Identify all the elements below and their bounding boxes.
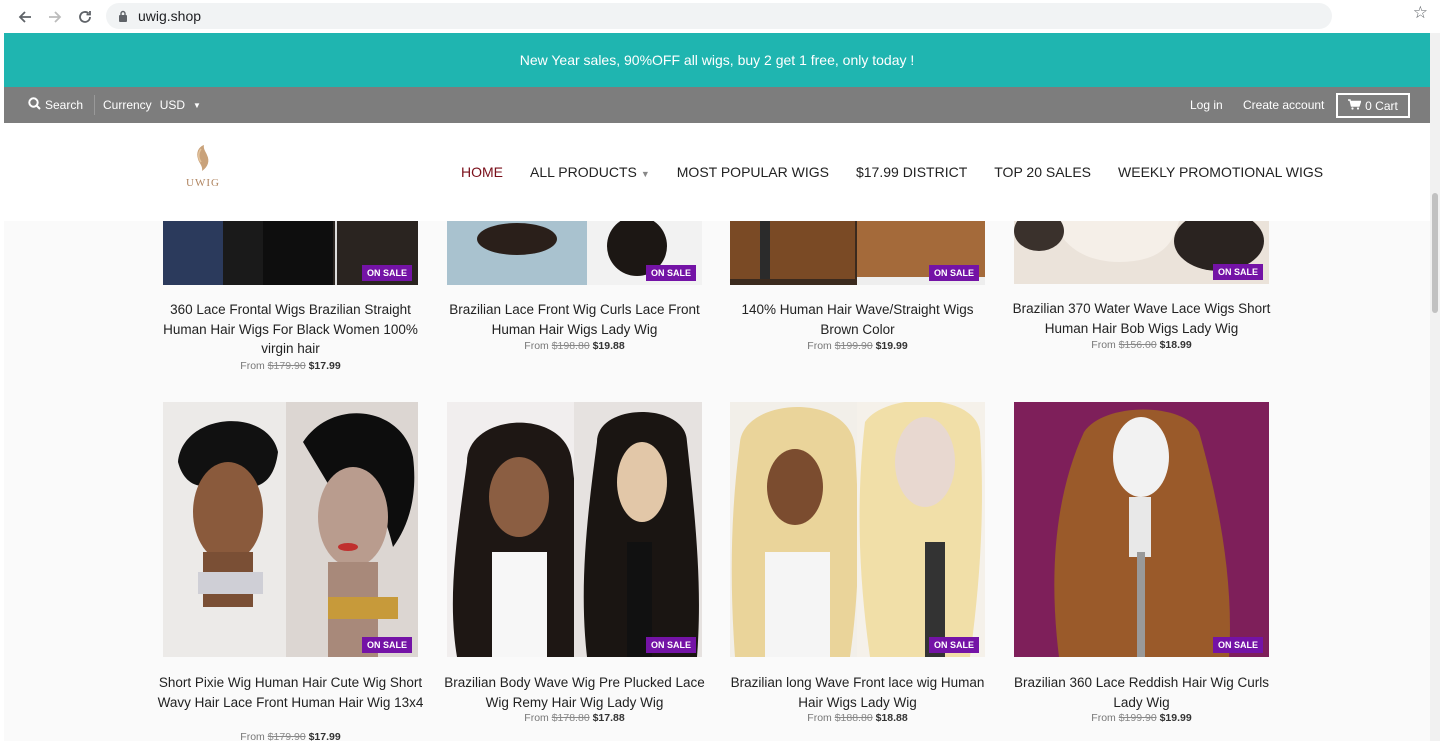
main-nav: HOME ALL PRODUCTS ▼ MOST POPULAR WIGS $17… <box>461 123 1323 221</box>
product-image[interactable]: ON SALE <box>163 402 418 657</box>
sale-price: $19.88 <box>592 340 625 352</box>
sale-price: $18.88 <box>875 712 908 724</box>
price-from: From <box>807 340 832 352</box>
back-arrow-icon[interactable] <box>10 2 40 32</box>
logo-text: UWIG <box>186 177 220 189</box>
product-image[interactable]: ON SALE <box>447 221 702 285</box>
nav-all-products-label: ALL PRODUCTS <box>530 164 637 180</box>
page-content: New Year sales, 90%OFF all wigs, buy 2 g… <box>4 33 1430 741</box>
currency-value: USD <box>159 98 186 112</box>
old-price: $179.90 <box>267 731 306 741</box>
caret-down-icon: ▼ <box>193 100 201 110</box>
cart-label: 0 Cart <box>1365 98 1398 113</box>
reload-icon[interactable] <box>70 2 100 32</box>
product-title[interactable]: 360 Lace Frontal Wigs Brazilian Straight… <box>157 300 424 359</box>
nav-most-popular[interactable]: MOST POPULAR WIGS <box>677 164 829 180</box>
on-sale-badge: ON SALE <box>361 265 412 281</box>
on-sale-badge: ON SALE <box>928 637 979 653</box>
nav-home[interactable]: HOME <box>461 164 503 180</box>
bookmark-star-icon[interactable]: ☆ <box>1413 3 1428 23</box>
product-image[interactable]: ON SALE <box>163 221 418 285</box>
old-price: $156.00 <box>1118 339 1157 351</box>
product-price: From $199.90 $19.99 <box>1014 712 1269 724</box>
browser-toolbar: uwig.shop ☆ <box>0 0 1440 33</box>
on-sale-badge: ON SALE <box>361 637 412 653</box>
price-from: From <box>524 712 549 724</box>
promo-banner: New Year sales, 90%OFF all wigs, buy 2 g… <box>4 33 1430 87</box>
old-price: $188.80 <box>834 712 873 724</box>
product-title[interactable]: Brazilian long Wave Front lace wig Human… <box>724 673 991 712</box>
product-title[interactable]: Short Pixie Wig Human Hair Cute Wig Shor… <box>157 673 424 712</box>
product-price: From $199.90 $19.99 <box>730 340 985 352</box>
product-title[interactable]: Brazilian Body Wave Wig Pre Plucked Lace… <box>441 673 708 712</box>
logo-mark-icon <box>197 145 209 171</box>
promo-text: New Year sales, 90%OFF all wigs, buy 2 g… <box>519 52 915 68</box>
logo[interactable]: UWIG <box>180 143 226 195</box>
product-price: From $179.90 $17.99 <box>163 360 418 372</box>
product-price: From $188.80 $18.88 <box>730 712 985 724</box>
price-from: From <box>807 712 832 724</box>
sale-price: $17.99 <box>308 731 341 741</box>
old-price: $199.90 <box>1118 712 1157 724</box>
nav-weekly-promo[interactable]: WEEKLY PROMOTIONAL WIGS <box>1118 164 1323 180</box>
login-label: Log in <box>1190 98 1223 112</box>
on-sale-badge: ON SALE <box>645 265 696 281</box>
scrollbar[interactable] <box>1430 33 1440 741</box>
on-sale-badge: ON SALE <box>645 637 696 653</box>
product-image[interactable]: ON SALE <box>1014 402 1269 657</box>
product-price: From $156.00 $18.99 <box>1014 339 1269 351</box>
create-account-label: Create account <box>1243 98 1325 112</box>
product-title[interactable]: Brazilian 360 Lace Reddish Hair Wig Curl… <box>1008 673 1275 712</box>
currency-label: Currency <box>103 98 152 112</box>
old-price: $178.80 <box>551 712 590 724</box>
url-text: uwig.shop <box>138 8 202 24</box>
sale-price: $19.99 <box>1159 712 1192 724</box>
cart-button[interactable]: 0 Cart <box>1336 93 1410 118</box>
old-price: $199.90 <box>834 340 873 352</box>
old-price: $179.90 <box>267 360 306 372</box>
currency-selector[interactable]: Currency USD ▼ <box>103 87 201 123</box>
product-title[interactable]: Brazilian Lace Front Wig Curls Lace Fron… <box>441 300 708 339</box>
address-bar[interactable]: uwig.shop <box>106 3 1332 29</box>
utility-bar: Search Currency USD ▼ Log in Create acco… <box>4 87 1430 123</box>
sale-price: $19.99 <box>875 340 908 352</box>
price-from: From <box>1091 339 1116 351</box>
search-icon <box>28 97 41 113</box>
product-title[interactable]: 140% Human Hair Wave/Straight Wigs Brown… <box>724 300 991 339</box>
nav-top-20-sales[interactable]: TOP 20 SALES <box>994 164 1091 180</box>
lock-icon <box>116 9 130 23</box>
price-from: From <box>524 340 549 352</box>
product-title[interactable]: Brazilian 370 Water Wave Lace Wigs Short… <box>1008 299 1275 338</box>
on-sale-badge: ON SALE <box>928 265 979 281</box>
sale-price: $18.99 <box>1159 339 1192 351</box>
scroll-thumb[interactable] <box>1432 193 1438 313</box>
price-from: From <box>240 360 265 372</box>
price-from: From <box>240 731 265 741</box>
product-image[interactable]: ON SALE <box>730 221 985 285</box>
product-price: From $178.80 $17.88 <box>447 712 702 724</box>
nav-1799-district[interactable]: $17.99 DISTRICT <box>856 164 967 180</box>
site-header: UWIG HOME ALL PRODUCTS ▼ MOST POPULAR WIG… <box>4 123 1430 221</box>
product-image[interactable]: ON SALE <box>447 402 702 657</box>
on-sale-badge: ON SALE <box>1212 264 1263 280</box>
nav-all-products[interactable]: ALL PRODUCTS ▼ <box>530 164 650 180</box>
sale-price: $17.88 <box>592 712 625 724</box>
create-account-link[interactable]: Create account <box>1243 87 1324 123</box>
product-image[interactable]: ON SALE <box>1014 221 1269 284</box>
divider <box>94 95 95 115</box>
product-price: From $198.80 $19.88 <box>447 340 702 352</box>
product-price: From $179.90 $17.99 <box>163 731 418 741</box>
search-label: Search <box>45 98 84 112</box>
product-image[interactable]: ON SALE <box>730 402 985 657</box>
forward-arrow-icon[interactable] <box>40 2 70 32</box>
search-button[interactable]: Search <box>28 87 83 123</box>
sale-price: $17.99 <box>308 360 341 372</box>
login-link[interactable]: Log in <box>1190 87 1223 123</box>
price-from: From <box>1091 712 1116 724</box>
on-sale-badge: ON SALE <box>1212 637 1263 653</box>
cart-icon <box>1348 98 1362 113</box>
old-price: $198.80 <box>551 340 590 352</box>
caret-down-icon: ▼ <box>640 169 650 179</box>
